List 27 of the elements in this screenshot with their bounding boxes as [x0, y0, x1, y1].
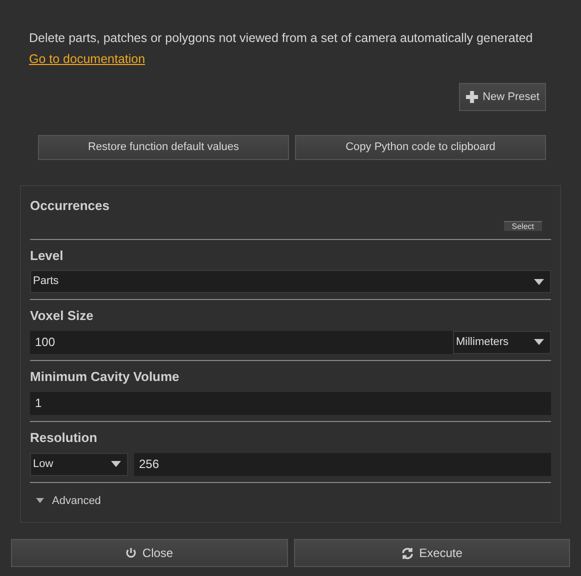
select-button[interactable]: Select	[504, 220, 542, 230]
advanced-toggle[interactable]: Advanced	[36, 492, 101, 509]
execute-button[interactable]: Execute	[294, 539, 570, 567]
caret-icon	[36, 498, 44, 504]
documentation-link[interactable]: Go to documentation	[29, 52, 146, 66]
section-title: Occurrences	[30, 197, 110, 215]
section-title: Voxel Size	[30, 307, 94, 325]
close-button[interactable]: Close	[11, 539, 288, 567]
action-button[interactable]: Copy Python code to clipboard	[295, 135, 546, 160]
caret-icon	[111, 461, 121, 467]
description-text: Delete parts, patches or polygons not viewed from a set of camera automatically generated	[29, 30, 534, 47]
dropdown[interactable]: Low	[30, 452, 128, 476]
caret-icon	[534, 278, 544, 284]
section-title: Resolution	[30, 429, 98, 447]
input-field[interactable]: 256	[134, 452, 551, 476]
input-field[interactable]: 1	[30, 392, 551, 414]
caret-icon	[534, 339, 544, 345]
power-icon	[125, 547, 138, 559]
section-title: Level	[30, 246, 64, 264]
dropdown[interactable]: Parts	[30, 270, 551, 293]
plus-icon	[466, 91, 478, 103]
input-field[interactable]: 100	[30, 330, 453, 354]
section-title: Minimum Cavity Volume	[30, 368, 180, 386]
refresh-icon	[401, 546, 414, 560]
new-preset-button[interactable]: New Preset	[459, 83, 546, 111]
action-button[interactable]: Restore function default values	[38, 135, 289, 160]
dropdown[interactable]: Millimeters	[453, 330, 551, 354]
